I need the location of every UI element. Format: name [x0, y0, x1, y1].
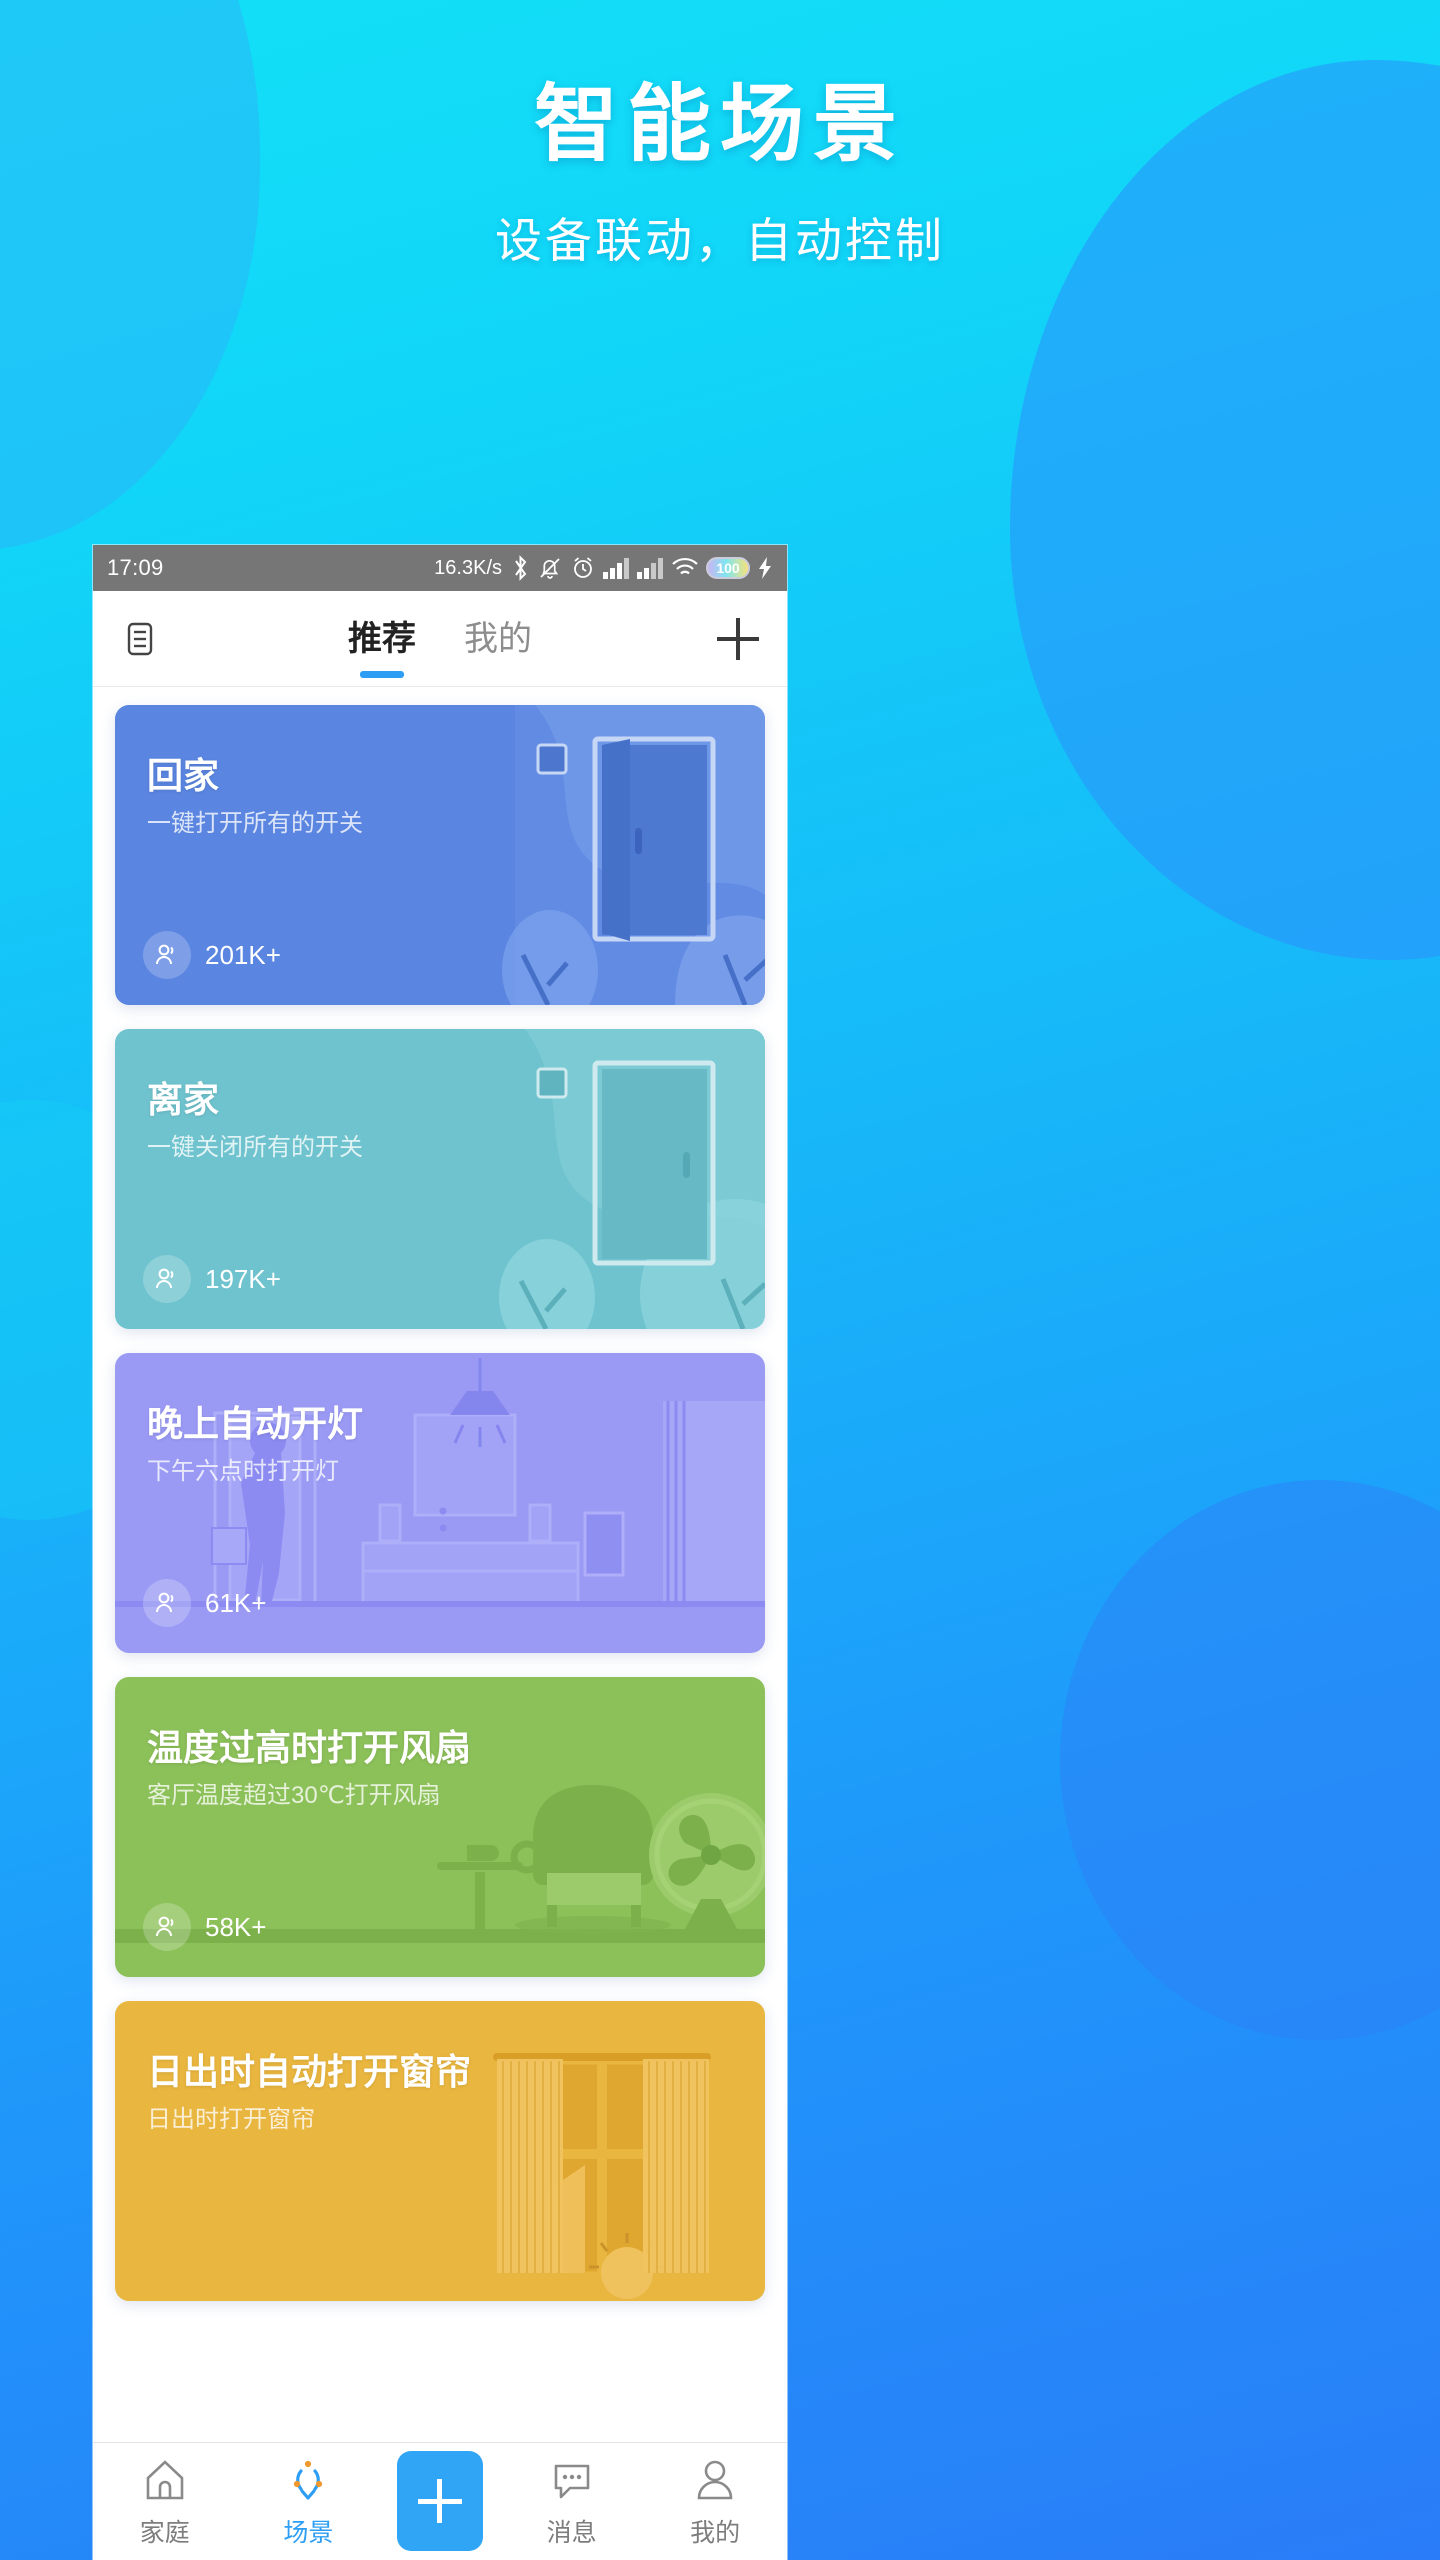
scene-usage-stat: 197K+ — [143, 1255, 281, 1303]
tab-home[interactable]: 家庭 — [110, 2455, 220, 2549]
signal-bars-icon — [603, 557, 630, 579]
people-icon — [143, 1579, 191, 1627]
tab-home-label: 家庭 — [139, 2519, 190, 2547]
status-bar: 17:09 16.3K/s 100 — [93, 545, 787, 591]
scene-desc: 客厅温度超过30℃打开风扇 — [147, 1782, 441, 1809]
scene-card[interactable]: 晚上自动开灯 下午六点时打开灯 61K+ — [115, 1353, 765, 1653]
bell-mute-icon — [537, 555, 563, 581]
signal-bars-icon — [637, 557, 664, 579]
scene-title: 离家 — [147, 1079, 220, 1120]
status-clock: 17:09 — [107, 555, 164, 580]
charging-bolt-icon — [757, 556, 773, 580]
scene-card[interactable]: 回家 一键打开所有的开关 201K+ — [115, 705, 765, 1005]
scene-count: 61K+ — [205, 1587, 267, 1618]
nav-tab-group: 推荐 我的 — [93, 591, 787, 687]
battery-level-label: 100 — [716, 560, 740, 576]
promo-text-block: 智能场景 设备联动，自动控制 — [0, 0, 1440, 271]
tab-message-label: 消息 — [546, 2519, 597, 2547]
scene-usage-stat: 201K+ — [143, 931, 281, 979]
scene-title: 温度过高时打开风扇 — [147, 1727, 472, 1768]
people-icon — [143, 1255, 191, 1303]
scene-usage-stat: 58K+ — [143, 1903, 266, 1951]
tab-scene[interactable]: 场景 — [253, 2455, 363, 2549]
bottom-tab-bar: 家庭 场景 消息 我的 — [93, 2442, 787, 2560]
decor-blob-lower-right — [1060, 1480, 1440, 2040]
scene-card[interactable]: 日出时自动打开窗帘 日出时打开窗帘 — [115, 2001, 765, 2301]
tab-scene-label: 场景 — [283, 2519, 334, 2547]
tab-mine[interactable]: 我的 — [660, 2455, 770, 2549]
people-icon — [143, 931, 191, 979]
scene-count: 58K+ — [205, 1911, 267, 1942]
scene-desc: 下午六点时打开灯 — [147, 1458, 339, 1485]
scene-count: 197K+ — [205, 1263, 281, 1294]
scene-card[interactable]: 温度过高时打开风扇 客厅温度超过30℃打开风扇 58K+ — [115, 1677, 765, 1977]
wifi-icon — [671, 557, 699, 579]
message-icon — [549, 2455, 595, 2505]
tab-mine-label: 我的 — [690, 2519, 741, 2547]
scene-title: 晚上自动开灯 — [147, 1403, 364, 1444]
scene-desc: 一键关闭所有的开关 — [147, 1134, 363, 1161]
app-nav-bar: 推荐 我的 — [93, 591, 787, 687]
scene-desc: 日出时打开窗帘 — [147, 2106, 315, 2133]
home-icon — [142, 2455, 188, 2505]
people-icon — [143, 1903, 191, 1951]
scene-usage-stat: 61K+ — [143, 1579, 266, 1627]
add-scene-plus-icon[interactable] — [717, 617, 759, 660]
add-scene-button[interactable] — [396, 2451, 483, 2551]
tab-mine[interactable]: 我的 — [458, 607, 538, 672]
scene-card-list[interactable]: 回家 一键打开所有的开关 201K+ 离家 一键关闭所有的开关 197K+ 晚上… — [93, 687, 787, 2442]
tab-recommend[interactable]: 推荐 — [342, 607, 422, 672]
scene-title: 日出时自动打开窗帘 — [147, 2051, 472, 2092]
scene-desc: 一键打开所有的开关 — [147, 810, 363, 837]
scene-card[interactable]: 离家 一键关闭所有的开关 197K+ — [115, 1029, 765, 1329]
status-icons: 16.3K/s 100 — [434, 555, 773, 581]
promo-title: 智能场景 — [533, 77, 906, 171]
person-icon — [692, 2455, 738, 2505]
scene-icon — [285, 2455, 331, 2505]
battery-indicator: 100 — [706, 557, 750, 579]
phone-screenshot: 17:09 16.3K/s 100 推荐 我的 回家 一键打开所有的开关 201… — [93, 545, 787, 2560]
promo-subtitle: 设备联动，自动控制 — [495, 214, 945, 268]
alarm-clock-icon — [570, 555, 596, 581]
scene-title: 回家 — [147, 755, 220, 796]
bluetooth-icon — [511, 555, 530, 581]
tab-message[interactable]: 消息 — [517, 2455, 627, 2549]
scene-count: 201K+ — [205, 939, 281, 970]
network-speed-label: 16.3K/s — [434, 556, 502, 579]
